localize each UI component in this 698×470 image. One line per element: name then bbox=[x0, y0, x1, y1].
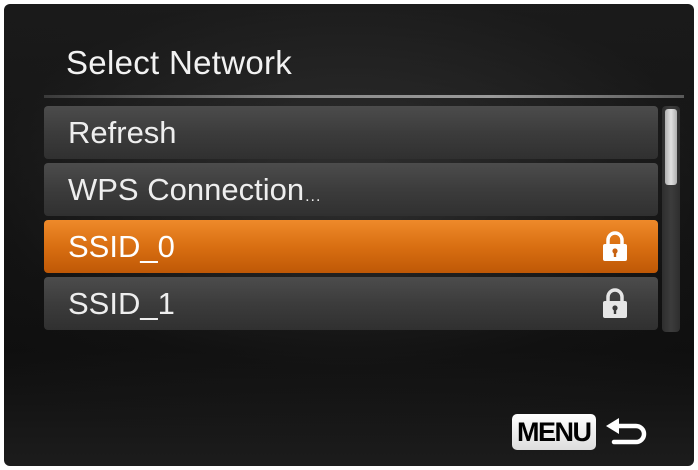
list-scrollbar[interactable] bbox=[662, 106, 680, 332]
network-item-ssid-1[interactable]: SSID_1 bbox=[44, 277, 658, 330]
lock-icon bbox=[603, 231, 627, 261]
camera-screen: Select Network Refresh WPS Connection...… bbox=[4, 4, 694, 466]
menu-button-label: MENU bbox=[512, 414, 596, 450]
menu-item-label: SSID_1 bbox=[68, 285, 175, 321]
wps-connection-menu-item[interactable]: WPS Connection... bbox=[44, 163, 658, 216]
menu-back-button[interactable]: MENU bbox=[512, 414, 650, 450]
network-list: Refresh WPS Connection... SSID_0 SSID_1 bbox=[44, 106, 658, 334]
lock-icon bbox=[603, 288, 627, 318]
ellipsis: ... bbox=[305, 188, 322, 205]
menu-item-label: Refresh bbox=[68, 114, 177, 150]
scrollbar-thumb[interactable] bbox=[665, 109, 677, 185]
refresh-menu-item[interactable]: Refresh bbox=[44, 106, 658, 159]
menu-item-label: WPS Connection bbox=[68, 171, 305, 207]
return-arrow-icon bbox=[605, 418, 646, 445]
menu-item-label: SSID_0 bbox=[68, 228, 175, 264]
page-title: Select Network bbox=[66, 44, 293, 81]
network-item-ssid-0[interactable]: SSID_0 bbox=[44, 220, 658, 273]
title-divider bbox=[44, 95, 684, 98]
